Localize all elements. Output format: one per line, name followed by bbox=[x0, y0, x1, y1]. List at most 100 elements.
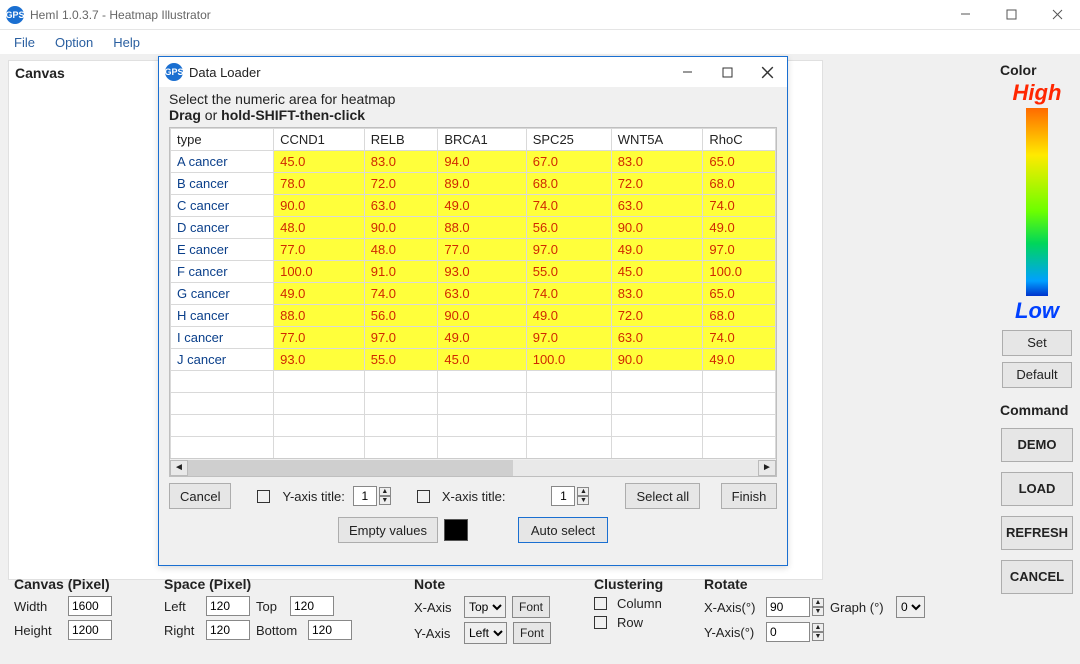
data-cell[interactable]: 100.0 bbox=[526, 349, 611, 371]
data-cell[interactable]: 100.0 bbox=[703, 261, 776, 283]
data-cell[interactable]: 90.0 bbox=[438, 305, 526, 327]
col-header[interactable]: CCND1 bbox=[274, 129, 365, 151]
data-cell[interactable]: 74.0 bbox=[526, 195, 611, 217]
data-cell[interactable]: 48.0 bbox=[364, 239, 438, 261]
col-header[interactable]: SPC25 bbox=[526, 129, 611, 151]
data-cell[interactable]: 72.0 bbox=[611, 173, 703, 195]
data-cell[interactable]: 72.0 bbox=[611, 305, 703, 327]
color-set-button[interactable]: Set bbox=[1002, 330, 1072, 356]
data-cell[interactable]: 90.0 bbox=[611, 217, 703, 239]
data-cell[interactable]: 45.0 bbox=[611, 261, 703, 283]
row-header[interactable]: C cancer bbox=[171, 195, 274, 217]
data-cell[interactable]: 63.0 bbox=[611, 195, 703, 217]
data-cell[interactable]: 97.0 bbox=[703, 239, 776, 261]
menu-help[interactable]: Help bbox=[103, 33, 150, 52]
data-cell[interactable]: 74.0 bbox=[364, 283, 438, 305]
data-cell[interactable]: 83.0 bbox=[611, 151, 703, 173]
note-xaxis-font-button[interactable]: Font bbox=[512, 596, 550, 618]
data-cell[interactable]: 74.0 bbox=[526, 283, 611, 305]
yaxis-title-checkbox[interactable] bbox=[257, 490, 270, 503]
xaxis-title-spinner[interactable] bbox=[551, 486, 575, 506]
spinner-up-icon[interactable]: ▲ bbox=[812, 623, 824, 632]
data-cell[interactable]: 77.0 bbox=[274, 239, 365, 261]
data-cell[interactable]: 56.0 bbox=[526, 217, 611, 239]
spinner-down-icon[interactable]: ▼ bbox=[812, 632, 824, 641]
horizontal-scrollbar[interactable]: ◄ ► bbox=[170, 458, 776, 476]
note-xaxis-select[interactable]: Top bbox=[464, 596, 506, 618]
col-header-type[interactable]: type bbox=[171, 129, 274, 151]
spinner-down-icon[interactable]: ▼ bbox=[812, 607, 824, 616]
xaxis-title-checkbox[interactable] bbox=[417, 490, 430, 503]
data-cell[interactable]: 55.0 bbox=[364, 349, 438, 371]
data-table[interactable]: typeCCND1RELBBRCA1SPC25WNT5ARhoCA cancer… bbox=[170, 128, 776, 459]
spinner-up-icon[interactable]: ▲ bbox=[577, 487, 589, 496]
table-row[interactable]: H cancer88.056.090.049.072.068.0 bbox=[171, 305, 776, 327]
window-maximize-button[interactable] bbox=[988, 0, 1034, 30]
data-cell[interactable]: 63.0 bbox=[364, 195, 438, 217]
spinner-up-icon[interactable]: ▲ bbox=[379, 487, 391, 496]
scroll-left-icon[interactable]: ◄ bbox=[170, 460, 188, 476]
data-cell[interactable]: 63.0 bbox=[438, 283, 526, 305]
cmd-demo-button[interactable]: DEMO bbox=[1001, 428, 1073, 462]
space-right-input[interactable] bbox=[206, 620, 250, 640]
space-bottom-input[interactable] bbox=[308, 620, 352, 640]
data-cell[interactable]: 97.0 bbox=[526, 327, 611, 349]
data-cell[interactable]: 45.0 bbox=[438, 349, 526, 371]
spinner-up-icon[interactable]: ▲ bbox=[812, 598, 824, 607]
window-minimize-button[interactable] bbox=[942, 0, 988, 30]
data-cell[interactable]: 77.0 bbox=[274, 327, 365, 349]
col-header[interactable]: RhoC bbox=[703, 129, 776, 151]
canvas-width-input[interactable] bbox=[68, 596, 112, 616]
dialog-minimize-button[interactable] bbox=[667, 57, 707, 87]
row-header[interactable]: E cancer bbox=[171, 239, 274, 261]
data-cell[interactable]: 77.0 bbox=[438, 239, 526, 261]
row-header[interactable]: B cancer bbox=[171, 173, 274, 195]
data-cell[interactable]: 68.0 bbox=[703, 305, 776, 327]
data-cell[interactable]: 100.0 bbox=[274, 261, 365, 283]
col-header[interactable]: WNT5A bbox=[611, 129, 703, 151]
data-cell[interactable]: 91.0 bbox=[364, 261, 438, 283]
data-cell[interactable]: 74.0 bbox=[703, 327, 776, 349]
menu-file[interactable]: File bbox=[4, 33, 45, 52]
row-header[interactable]: G cancer bbox=[171, 283, 274, 305]
rotate-graph-select[interactable]: 0 bbox=[896, 596, 925, 618]
data-cell[interactable]: 63.0 bbox=[611, 327, 703, 349]
data-cell[interactable]: 93.0 bbox=[438, 261, 526, 283]
rotate-xaxis-input[interactable] bbox=[766, 597, 810, 617]
data-cell[interactable]: 65.0 bbox=[703, 151, 776, 173]
table-row[interactable]: D cancer48.090.088.056.090.049.0 bbox=[171, 217, 776, 239]
data-cell[interactable]: 56.0 bbox=[364, 305, 438, 327]
data-cell[interactable]: 90.0 bbox=[364, 217, 438, 239]
cmd-cancel-button[interactable]: CANCEL bbox=[1001, 560, 1073, 594]
col-header[interactable]: RELB bbox=[364, 129, 438, 151]
data-cell[interactable]: 55.0 bbox=[526, 261, 611, 283]
data-cell[interactable]: 97.0 bbox=[364, 327, 438, 349]
table-row[interactable]: B cancer78.072.089.068.072.068.0 bbox=[171, 173, 776, 195]
data-cell[interactable]: 83.0 bbox=[364, 151, 438, 173]
table-row[interactable]: J cancer93.055.045.0100.090.049.0 bbox=[171, 349, 776, 371]
data-cell[interactable]: 48.0 bbox=[274, 217, 365, 239]
data-cell[interactable]: 68.0 bbox=[526, 173, 611, 195]
data-cell[interactable]: 88.0 bbox=[438, 217, 526, 239]
data-cell[interactable]: 68.0 bbox=[703, 173, 776, 195]
table-row[interactable]: C cancer90.063.049.074.063.074.0 bbox=[171, 195, 776, 217]
row-header[interactable]: F cancer bbox=[171, 261, 274, 283]
data-cell[interactable]: 90.0 bbox=[611, 349, 703, 371]
data-cell[interactable]: 78.0 bbox=[274, 173, 365, 195]
table-row[interactable]: E cancer77.048.077.097.049.097.0 bbox=[171, 239, 776, 261]
scroll-right-icon[interactable]: ► bbox=[758, 460, 776, 476]
space-top-input[interactable] bbox=[290, 596, 334, 616]
table-row[interactable]: A cancer45.083.094.067.083.065.0 bbox=[171, 151, 776, 173]
menu-option[interactable]: Option bbox=[45, 33, 103, 52]
data-cell[interactable]: 49.0 bbox=[438, 327, 526, 349]
data-cell[interactable]: 97.0 bbox=[526, 239, 611, 261]
cmd-load-button[interactable]: LOAD bbox=[1001, 472, 1073, 506]
cmd-refresh-button[interactable]: REFRESH bbox=[1001, 516, 1073, 550]
cluster-column-checkbox[interactable] bbox=[594, 597, 607, 610]
spinner-down-icon[interactable]: ▼ bbox=[379, 496, 391, 505]
dialog-maximize-button[interactable] bbox=[707, 57, 747, 87]
row-header[interactable]: D cancer bbox=[171, 217, 274, 239]
data-cell[interactable]: 45.0 bbox=[274, 151, 365, 173]
color-default-button[interactable]: Default bbox=[1002, 362, 1072, 388]
data-cell[interactable]: 49.0 bbox=[703, 217, 776, 239]
